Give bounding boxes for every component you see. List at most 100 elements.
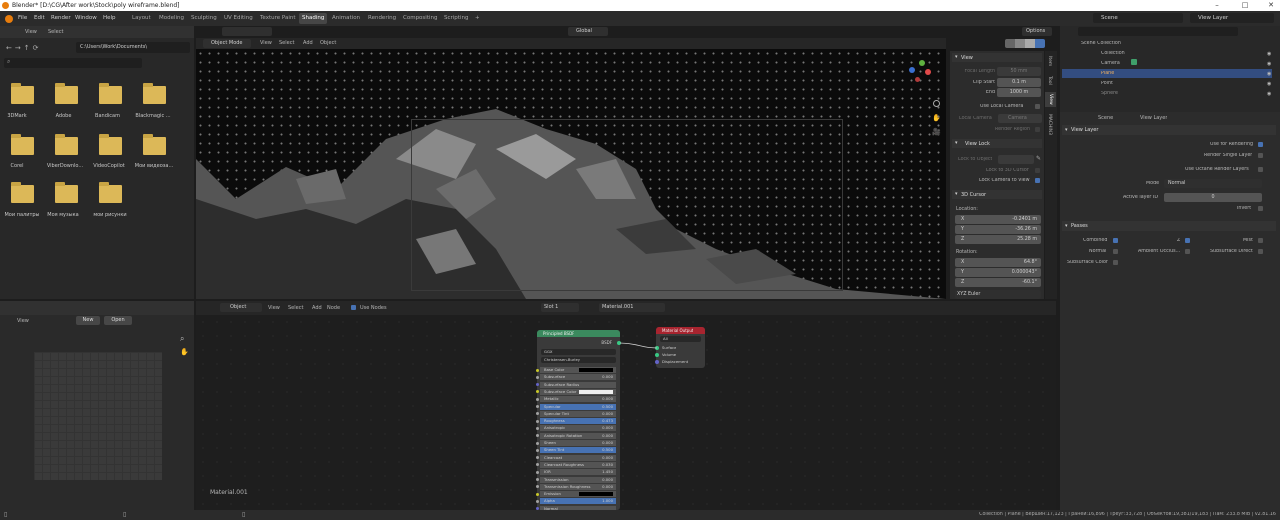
viewport-view-menu[interactable]: View — [260, 40, 272, 46]
folder-item[interactable]: VideoCopilot — [93, 134, 136, 177]
outliner-item-point[interactable]: Point — [1101, 81, 1113, 86]
bsdf-input-row[interactable]: Metallic 0.000 — [540, 396, 616, 403]
clip-end-field[interactable]: 1000 m — [997, 88, 1041, 97]
camera-view-icon[interactable]: 🎥 — [932, 128, 941, 136]
outliner-item-scene-collection[interactable]: Scene Collection — [1081, 41, 1121, 46]
tab-uv-editing[interactable]: UV Editing — [221, 13, 256, 24]
passes-panel-header[interactable]: ▾ Passes — [1062, 221, 1276, 231]
subsurface-method-selector[interactable]: Christensen-Burley — [541, 357, 616, 363]
sidebar-tab-machin3[interactable]: MACHIN3 — [1047, 114, 1052, 135]
bsdf-input-socket[interactable] — [536, 426, 539, 430]
bsdf-input-row[interactable]: Specular Tint 0.000 — [540, 410, 616, 417]
menu-render[interactable]: Render — [51, 11, 71, 26]
output-target-selector[interactable]: All — [660, 336, 701, 342]
tab-sculpting[interactable]: Sculpting — [188, 13, 220, 24]
folder-item[interactable]: Мои видеоза... — [135, 134, 180, 177]
use-local-camera-checkbox[interactable] — [1035, 104, 1040, 109]
bsdf-input-row[interactable]: Anisotropic Rotation 0.000 — [540, 432, 616, 439]
mist-checkbox[interactable] — [1258, 238, 1263, 243]
open-image-button[interactable]: Open — [104, 316, 132, 325]
lock-camera-to-view-checkbox[interactable] — [1035, 178, 1040, 183]
search-input[interactable]: ⌕ — [4, 58, 142, 68]
subsurface-color-checkbox[interactable] — [1113, 260, 1118, 265]
rotation-y-field[interactable]: Y 0.000043° — [955, 268, 1041, 277]
node-editor[interactable] — [196, 301, 1056, 510]
node-add-menu[interactable]: Add — [312, 305, 322, 311]
combined-checkbox[interactable] — [1113, 238, 1118, 243]
view-layer-selector[interactable]: View Layer — [1190, 13, 1274, 23]
render-single-layer-checkbox[interactable] — [1258, 153, 1263, 158]
bsdf-input-row[interactable]: Base Color — [540, 367, 616, 373]
view-layer-panel-header[interactable]: ▾ View Layer — [1062, 125, 1276, 135]
rotation-z-field[interactable]: Z -60.1° — [955, 278, 1041, 287]
file-view-menu[interactable]: View — [25, 29, 37, 35]
gizmo-z-icon[interactable] — [909, 67, 915, 73]
normal-pass-checkbox[interactable] — [1113, 249, 1118, 254]
local-camera-field[interactable]: Camera — [998, 114, 1042, 123]
color-swatch[interactable] — [579, 389, 613, 394]
distribution-selector[interactable]: GGX — [541, 349, 616, 355]
material-selector[interactable]: Material.001 — [599, 303, 665, 312]
mode-selector[interactable]: Object Mode — [203, 39, 251, 48]
bsdf-input-socket[interactable] — [536, 405, 539, 408]
viewport-3d[interactable] — [196, 49, 946, 299]
viewport-object-menu[interactable]: Object — [320, 40, 336, 46]
folder-item[interactable]: Corel — [8, 134, 48, 177]
node-select-menu[interactable]: Select — [288, 305, 303, 311]
tab-scripting[interactable]: Scripting — [441, 13, 471, 24]
render-region-checkbox[interactable] — [1035, 127, 1040, 132]
rotation-x-field[interactable]: X 64.8° — [955, 258, 1041, 267]
menu-help[interactable]: Help — [103, 11, 116, 26]
close-icon[interactable]: ✕ — [1264, 0, 1278, 11]
navigation-gizmo[interactable] — [905, 57, 937, 89]
gizmo-neg-y-icon[interactable] — [915, 77, 920, 82]
color-swatch[interactable] — [579, 492, 613, 497]
image-view-menu[interactable]: View — [17, 318, 29, 324]
bsdf-input-socket[interactable] — [536, 492, 539, 496]
bsdf-input-row[interactable]: Subsurface 0.000 — [540, 374, 616, 381]
bsdf-input-row[interactable]: Sheen Tint 0.500 — [540, 447, 616, 454]
clip-start-field[interactable]: 0.1 m — [997, 78, 1041, 87]
pan-hand-icon[interactable]: ✋ — [932, 114, 941, 122]
tab-compositing[interactable]: Compositing — [400, 13, 440, 24]
use-octane-checkbox[interactable] — [1258, 167, 1263, 172]
tab-shading[interactable]: Shading — [299, 13, 328, 24]
bsdf-input-row[interactable]: IOR 1.450 — [540, 469, 616, 476]
tab-texture-paint[interactable]: Texture Paint — [257, 13, 299, 24]
bsdf-input-row[interactable]: Anisotropic 0.000 — [540, 425, 616, 432]
bsdf-input-row[interactable]: Alpha 1.000 — [540, 498, 616, 505]
image-canvas-grid[interactable] — [34, 352, 162, 480]
minimize-icon[interactable]: – — [1210, 0, 1224, 11]
bsdf-input-row[interactable]: Clearcoat Roughness 0.030 — [540, 461, 616, 468]
folder-item[interactable]: Мои палитры — [4, 182, 48, 225]
scene-selector[interactable]: Scene — [1093, 13, 1183, 23]
material-output-node[interactable]: Material Output All Surface Volume Displ… — [656, 327, 705, 368]
gizmo-x-icon[interactable] — [925, 69, 931, 75]
file-select-menu[interactable]: Select — [48, 29, 63, 35]
sidebar-tab-tool[interactable]: Tool — [1047, 76, 1052, 85]
bsdf-input-socket[interactable] — [536, 397, 539, 401]
menu-edit[interactable]: Edit — [34, 11, 45, 26]
zoom-icon[interactable]: ⌕ — [180, 334, 184, 344]
bsdf-input-socket[interactable] — [536, 368, 539, 372]
color-swatch[interactable] — [579, 368, 613, 372]
outliner-search[interactable] — [1078, 27, 1238, 36]
gizmo-y-icon[interactable] — [919, 60, 925, 66]
ambient-occlusion-checkbox[interactable] — [1185, 249, 1190, 254]
bsdf-input-row[interactable]: Specular 0.500 — [540, 403, 616, 410]
focal-length-field[interactable]: 50 mm — [997, 67, 1041, 76]
eyedropper-icon[interactable]: ✎ — [1036, 155, 1041, 162]
menu-window[interactable]: Window — [75, 11, 97, 26]
folder-item[interactable]: Blackmagic ... — [135, 83, 180, 126]
node-view-menu[interactable]: View — [268, 305, 280, 311]
path-field[interactable]: C:\Users\Work\Documents\ — [76, 42, 190, 53]
z-pass-checkbox[interactable] — [1185, 238, 1190, 243]
node-node-menu[interactable]: Node — [327, 305, 340, 311]
bsdf-input-socket[interactable] — [536, 419, 539, 423]
bsdf-input-row[interactable]: Clearcoat 0.000 — [540, 454, 616, 461]
output-node-header[interactable]: Material Output — [656, 327, 705, 334]
invert-checkbox[interactable] — [1258, 206, 1263, 211]
tab-layout[interactable]: Layout — [129, 13, 154, 24]
slot-selector[interactable]: Slot 1 — [541, 303, 579, 312]
view-panel-header[interactable]: ▾ View — [952, 53, 1042, 62]
